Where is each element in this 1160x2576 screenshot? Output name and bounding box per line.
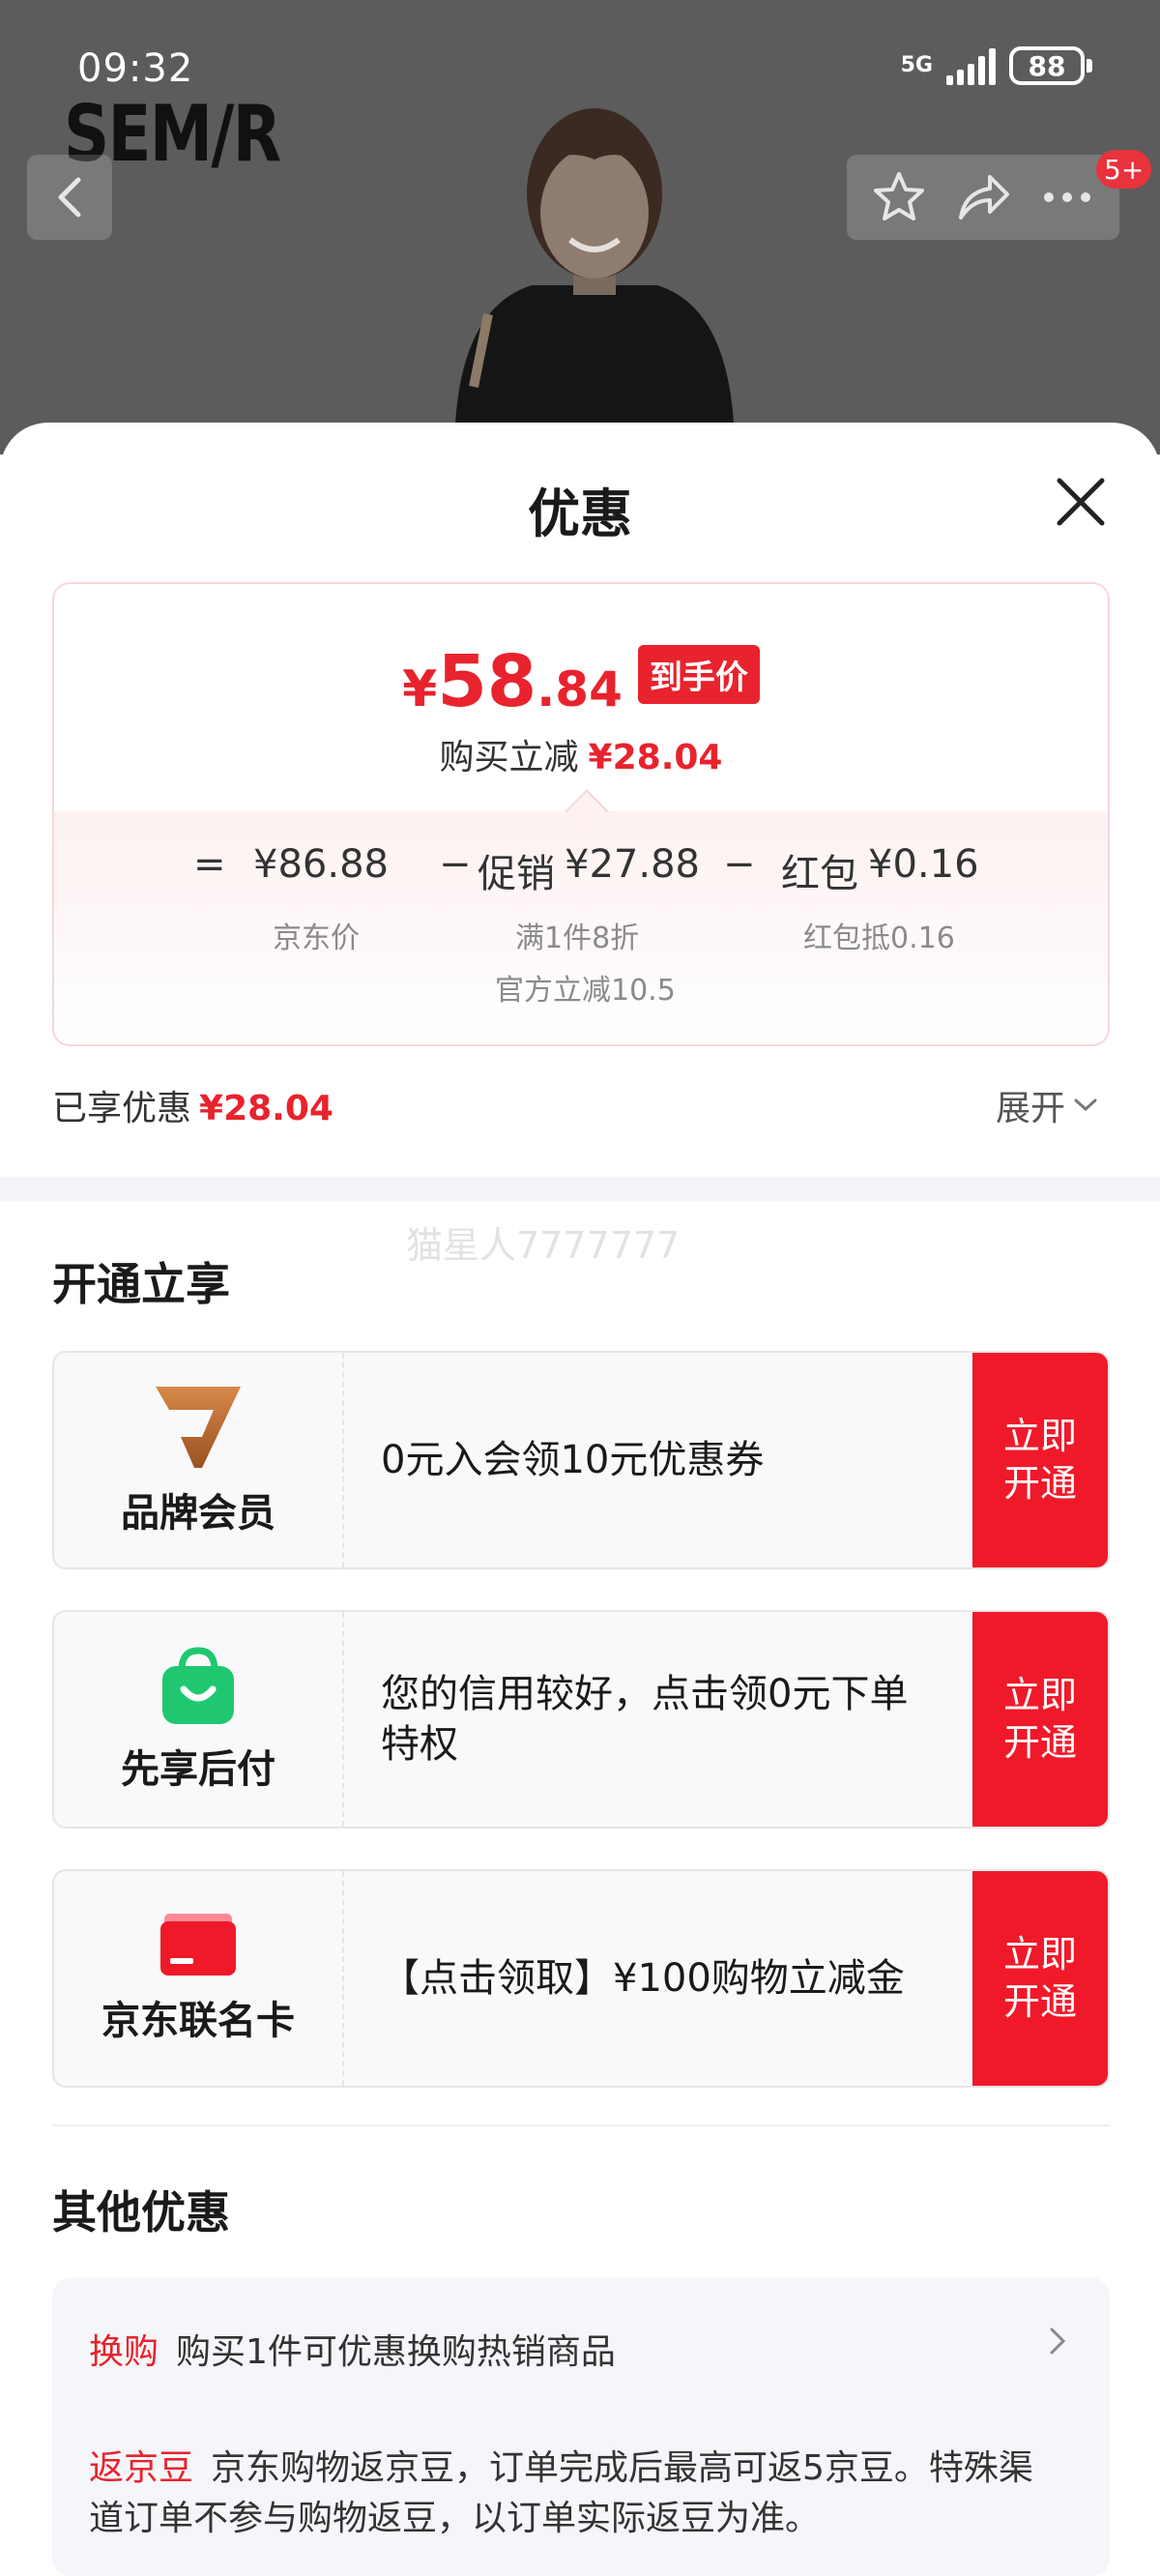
jd-price-value: ¥86.88 bbox=[253, 842, 389, 887]
model-photo bbox=[416, 68, 773, 454]
final-price: ¥58.84 到手价 bbox=[54, 640, 1108, 723]
watermark-text: 猫星人7777777 bbox=[406, 1224, 681, 1267]
enjoyed-label: 已享优惠 bbox=[52, 1089, 192, 1128]
price-card: ¥58.84 到手价 购买立减 ¥28.04 = ¥86.88 − 促销 ¥27.… bbox=[52, 582, 1110, 1046]
final-price-block: ¥58.84 到手价 购买立减 ¥28.04 bbox=[54, 584, 1108, 811]
minus-sign: − bbox=[439, 842, 472, 887]
price-breakdown: = ¥86.88 − 促销 ¥27.88 − 红包 ¥0.16 京东价 满1件8… bbox=[54, 789, 1108, 1044]
price-currency: ¥ bbox=[402, 660, 438, 718]
bean-offer: 返京豆 京东购物返京豆，订单完成后最高可返5京豆。特殊渠道订单不参与购物返豆，以订… bbox=[89, 2444, 1065, 2544]
exchange-offer[interactable]: 换购 购买1件可优惠换购热销商品 bbox=[89, 2324, 616, 2374]
offer-name: 京东联名卡 bbox=[102, 1999, 295, 2043]
promo-value: ¥27.88 bbox=[565, 842, 700, 887]
signal-icon bbox=[946, 46, 996, 85]
promo-rule: 满1件8折 bbox=[515, 922, 640, 955]
equals-sign: = bbox=[193, 842, 226, 887]
divider bbox=[52, 2124, 1110, 2126]
other-section-title: 其他优惠 bbox=[52, 2186, 230, 2239]
offer-card-cobrand[interactable]: 京东联名卡 【点击领取】¥100购物立减金 立即开通 bbox=[52, 1869, 1110, 2088]
chevron-left-icon bbox=[58, 177, 81, 218]
price-decimal: .84 bbox=[536, 661, 623, 717]
sheet-title: 优惠 bbox=[528, 483, 632, 544]
exchange-tag: 换购 bbox=[89, 2332, 160, 2372]
bean-tag: 返京豆 bbox=[89, 2448, 194, 2488]
credit-card-icon bbox=[160, 1914, 236, 1976]
discount-sheet: 优惠 ¥58.84 到手价 购买立减 ¥28.04 = ¥86.88 − 促销 ¥… bbox=[0, 423, 1160, 2576]
final-price-tag: 到手价 bbox=[637, 644, 760, 704]
offer-card-member[interactable]: 品牌会员 0元入会领10元优惠券 立即开通 bbox=[52, 1351, 1110, 1569]
top-action-group bbox=[847, 155, 1119, 240]
battery-icon: 88 bbox=[1009, 46, 1092, 85]
reduction-label: 购买立减 bbox=[439, 738, 579, 777]
offer-name: 先享后付 bbox=[121, 1747, 276, 1792]
activate-button[interactable]: 立即开通 bbox=[972, 1353, 1108, 1567]
bean-text: 京东购物返京豆，订单完成后最高可返5京豆。特殊渠道订单不参与购物返豆，以订单实际… bbox=[89, 2448, 1033, 2539]
offer-name: 品牌会员 bbox=[121, 1491, 276, 1536]
exchange-text: 购买1件可优惠换购热销商品 bbox=[176, 2332, 616, 2372]
message-badge: 5+ bbox=[1096, 150, 1152, 189]
back-button[interactable] bbox=[27, 155, 112, 240]
enjoyed-discount: 已享优惠 ¥28.04 bbox=[52, 1080, 334, 1130]
activate-button[interactable]: 立即开通 bbox=[972, 1612, 1108, 1827]
other-offers-box: 换购 购买1件可优惠换购热销商品 返京豆 京东购物返京豆，订单完成后最高可返5京豆。… bbox=[52, 2277, 1110, 2576]
share-icon[interactable] bbox=[955, 169, 1011, 225]
close-icon[interactable] bbox=[1054, 475, 1108, 529]
activate-button[interactable]: 立即开通 bbox=[972, 1871, 1108, 2086]
offer-description: 0元入会领10元优惠券 bbox=[381, 1438, 765, 1482]
more-icon[interactable] bbox=[1039, 169, 1095, 225]
jd-price-label: 京东价 bbox=[273, 922, 360, 955]
price-integer: 58 bbox=[437, 640, 537, 723]
offer-description: 【点击领取】¥100购物立减金 bbox=[381, 1956, 905, 2001]
promo-label: 促销 bbox=[478, 852, 555, 896]
redpack-rule: 红包抵0.16 bbox=[803, 922, 955, 955]
reduction-value: ¥28.04 bbox=[588, 738, 723, 777]
minus-sign: − bbox=[723, 842, 756, 887]
chevron-right-icon[interactable] bbox=[1048, 2326, 1067, 2356]
enjoyed-value: ¥28.04 bbox=[199, 1089, 334, 1128]
network-label: 5G bbox=[900, 53, 933, 77]
open-section-title: 开通立享 bbox=[52, 1258, 230, 1310]
status-icons: 5G 88 bbox=[901, 46, 1092, 85]
chevron-down-icon bbox=[1074, 1098, 1097, 1112]
brand-member-icon bbox=[156, 1387, 241, 1468]
battery-level: 88 bbox=[1009, 46, 1085, 85]
promo-official: 官方立减10.5 bbox=[495, 974, 676, 1008]
offer-description: 您的信用较好，点击领0元下单特权 bbox=[381, 1672, 909, 1767]
shopping-bag-icon bbox=[162, 1647, 234, 1724]
star-icon[interactable] bbox=[871, 169, 927, 225]
expand-toggle[interactable]: 展开 bbox=[996, 1080, 1098, 1130]
purchase-reduction: 购买立减 ¥28.04 bbox=[54, 729, 1108, 779]
status-time: 09:32 bbox=[77, 46, 194, 91]
section-separator bbox=[0, 1177, 1160, 1202]
redpack-value: ¥0.16 bbox=[868, 842, 979, 887]
offer-card-paylater[interactable]: 先享后付 您的信用较好，点击领0元下单特权 立即开通 bbox=[52, 1610, 1110, 1829]
product-image-backdrop: 09:32 5G 88 SEM/R 5+ bbox=[0, 0, 1160, 454]
expand-label: 展开 bbox=[996, 1089, 1066, 1128]
redpack-label: 红包 bbox=[781, 852, 858, 896]
